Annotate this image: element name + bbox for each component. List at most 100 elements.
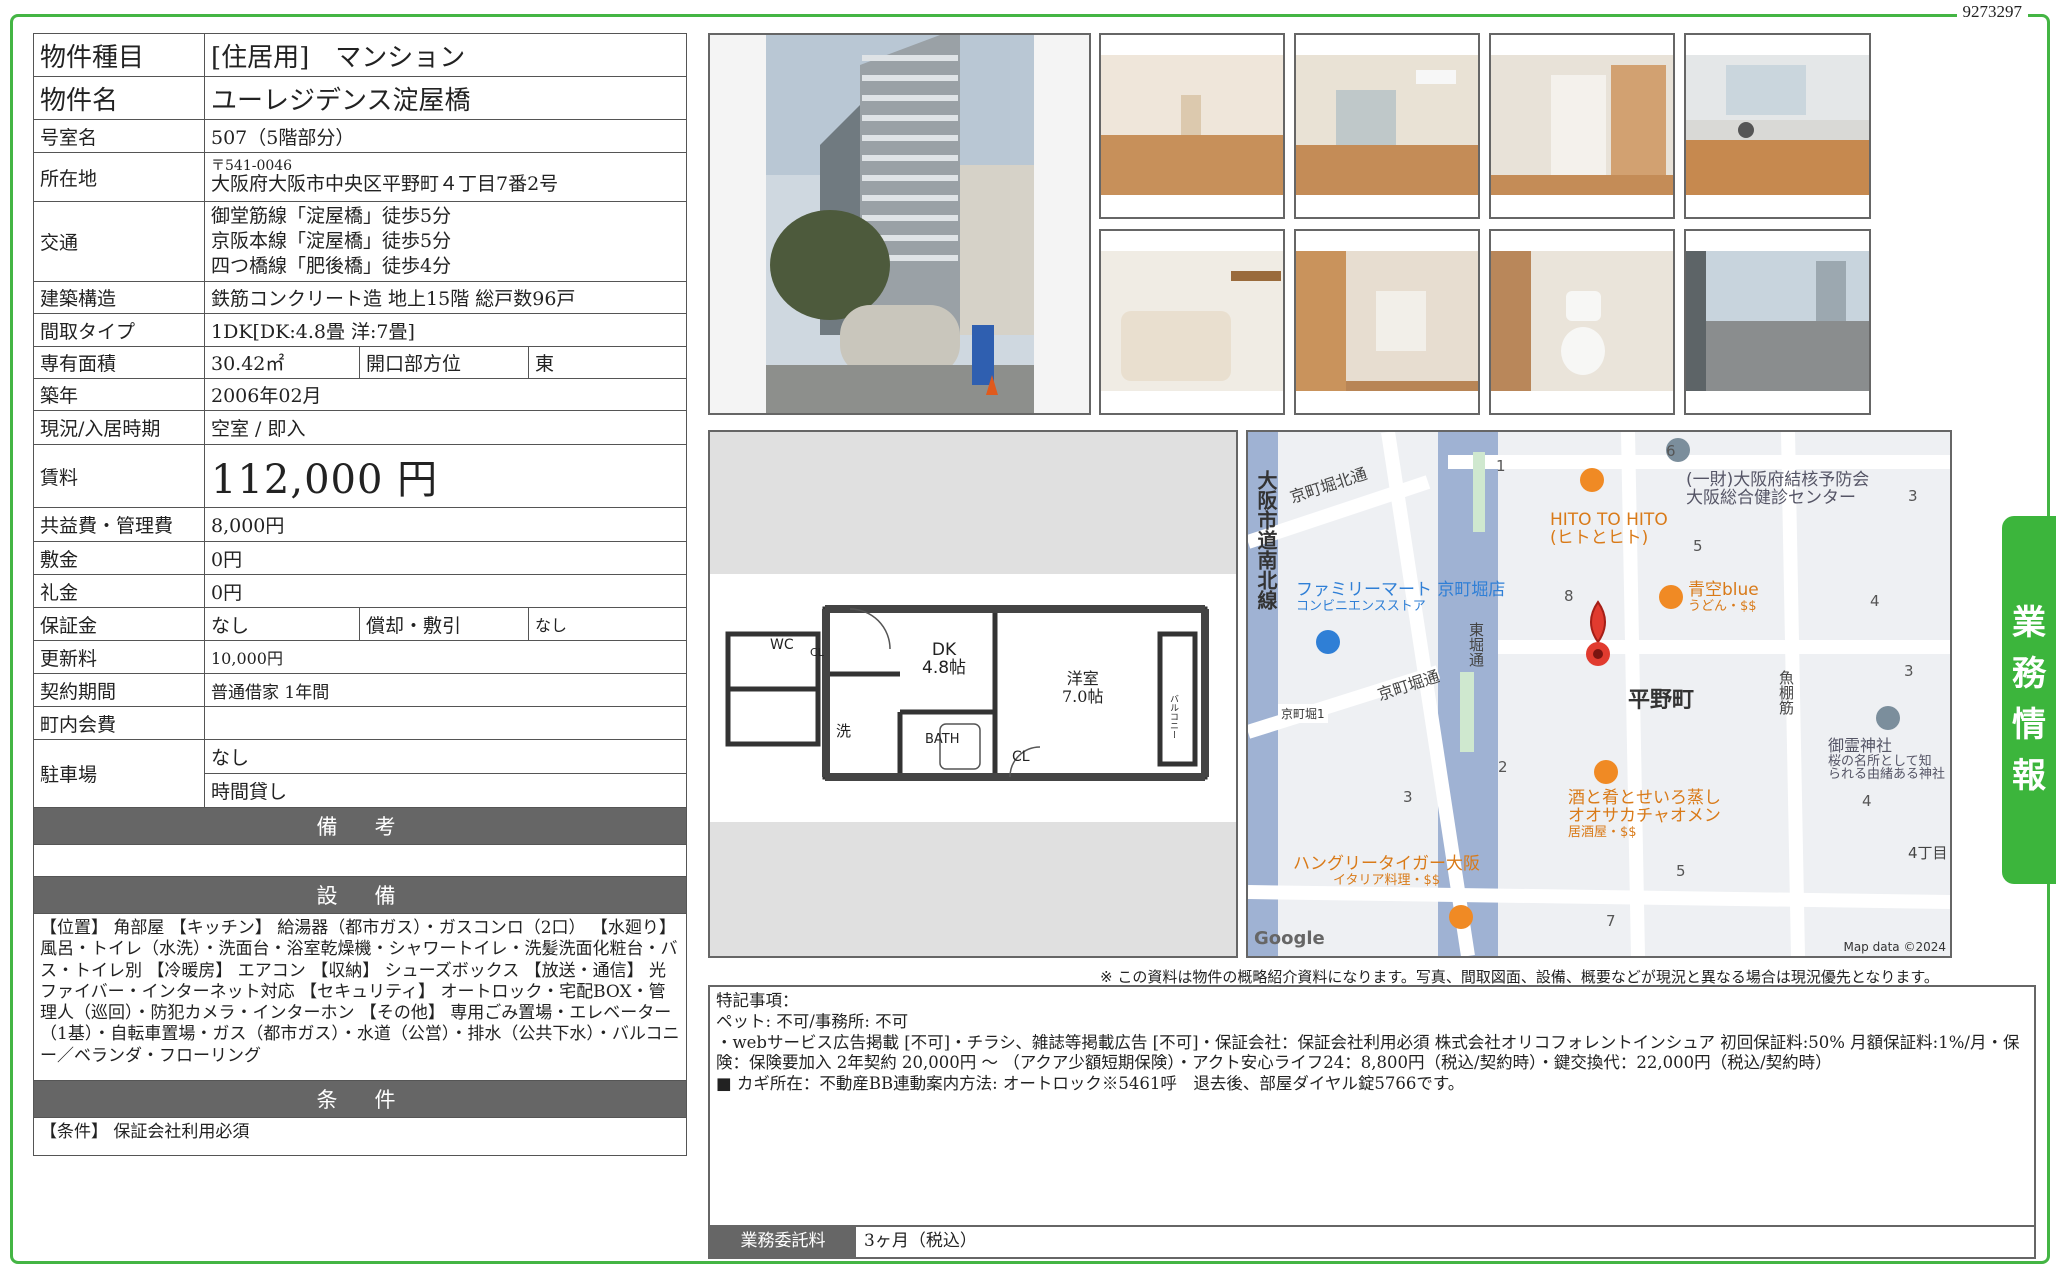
room-label: 号室名 [33,119,205,153]
deposit-label: 敷金 [33,541,205,575]
transport-label: 交通 [33,201,205,282]
equipment-header: 設 備 [33,876,687,914]
map-poi-hungry-tiger[interactable]: ハングリータイガー大阪 イタリア料理・$$ [1293,854,1480,888]
room-value: 507（5階部分） [204,119,687,153]
property-spec-table: 物件種目 [住居用] マンション 物件名 ユーレジデンス淀屋橋 号室名 507（… [33,33,687,1156]
poi-subtitle: イタリア料理・$$ [1333,872,1441,888]
renewal-label: 更新料 [33,640,205,674]
room-image [1686,35,1869,217]
remarks-advertising: ・webサービス広告掲載 [不可]・チラシ、雑誌等掲載広告 [不可]・保証会社：… [716,1032,2020,1073]
map-station-label: 平野町 [1628,688,1695,713]
map-road-label: 魚棚筋 [1777,670,1795,715]
side-tab-char: 報 [2012,756,2046,796]
map-block-number: 4 [1862,792,1872,810]
renewal-value: 10,000円 [204,640,687,674]
common-fee-value: 8,000円 [204,507,687,542]
built-label: 築年 [33,378,205,411]
facing-value: 東 [528,346,687,379]
guarantee-value: なし [204,607,360,641]
special-remarks: 特記事項： ペット: 不可/事務所: 不可 ・webサービス広告掲載 [不可]・… [708,985,2036,1259]
cl2-label: CL [1012,749,1030,765]
map-poi-aozora[interactable]: 青空blue うどん・$$ [1688,580,1759,614]
parking-value: なし [204,739,687,774]
building-image [710,35,1089,413]
room-image [1296,35,1478,217]
poi-subtitle: オオサカチャオメン [1568,805,1721,826]
poi-name: 御霊神社 [1828,736,1893,755]
transport-line: 京阪本線「淀屋橋」徒歩5分 [211,230,452,253]
room-image [1296,231,1478,413]
remarks-body [33,844,687,877]
poi-subtitle: うどん・$$ [1688,598,1757,614]
photo-room-living[interactable] [1099,33,1285,219]
amortization-value: なし [528,607,687,641]
map-road-label: 大阪市道南北線 [1254,470,1278,610]
western-size: 7.0帖 [1062,686,1104,706]
map-block-number: 6 [1666,442,1676,460]
key-money-label: 礼金 [33,574,205,608]
photo-bathroom[interactable] [1099,229,1285,415]
room-image [1491,35,1673,217]
cl-label: CL [810,646,824,659]
poi-subtitle: コンビニエンスストア [1296,598,1426,614]
property-name: ユーレジデンス淀屋橋 [204,76,687,120]
side-tab-char: 業 [2012,603,2046,643]
photo-washroom[interactable] [1294,229,1480,415]
poi-subtitle: (ヒトとヒト) [1550,527,1649,548]
layout-value: 1DK[DK:4.8畳 洋:7畳] [204,313,687,347]
photo-kitchen[interactable] [1684,33,1871,219]
western-label: 洋室 [1066,669,1099,688]
building-exterior-photo[interactable] [708,33,1091,415]
photo-toilet[interactable] [1489,229,1675,415]
disclaimer-note: ※ この資料は物件の概略紹介資料になります。写真、間取図面、設備、概要などが現況… [1100,968,1939,986]
rent-label: 賃料 [33,444,205,508]
transport-line: 御堂筋線「淀屋橋」徒歩5分 [211,205,452,228]
area-label: 専有面積 [33,346,205,379]
transport-line: 四つ橋線「肥後橋」徒歩4分 [211,254,452,277]
map-block-number: 3 [1403,788,1413,806]
deposit-value: 0円 [204,541,687,575]
map-block-number: 3 [1904,662,1914,680]
address-value: 大阪府大阪市中央区平野町４丁目7番2号 [211,172,559,195]
map-block-number: 1 [1496,457,1506,475]
type-value: [住居用] マンション [204,33,687,77]
photo-room-window[interactable] [1294,33,1480,219]
structure-value: 鉄筋コンクリート造 地上15階 総戸数96戸 [204,281,687,314]
map-poi-clinic[interactable]: (一財)大阪府結核予防会 大阪総合健診センター [1686,471,1869,508]
floor-plan[interactable]: WC CL 洗 BATH DK 4.8帖 洋室 7.0帖 CL バルコニー [708,430,1238,958]
address-label: 所在地 [33,152,205,202]
location-map[interactable]: 大阪市道南北線 京町堀北通 京町堀通 東堀通 魚棚筋 京町堀1 平野町 HITO… [1246,430,1952,958]
poi-name: ハングリータイガー大阪 [1293,854,1480,874]
name-label: 物件名 [33,76,205,120]
poi-name: ファミリーマート 京町堀店 [1296,580,1506,600]
commission-label: 業務委託料 [710,1227,856,1257]
photo-closet[interactable] [1489,33,1675,219]
room-image [1101,35,1283,217]
map-poi-shrine[interactable]: 御霊神社 桜の名所として知 られる由緒ある神社 [1828,736,1946,783]
side-tab-business-info[interactable]: 業 務 情 報 [2002,516,2056,884]
map-poi-familymart[interactable]: ファミリーマート 京町堀店 コンビニエンスストア [1296,580,1506,614]
floor-plan-bg-bottom [710,820,1236,956]
wash-label: 洗 [836,722,852,740]
photo-balcony[interactable] [1684,229,1871,415]
side-tab-char: 情 [2012,705,2046,745]
poi-subtitle: 大阪総合健診センター [1686,487,1856,508]
map-poi-ciaomen[interactable]: 酒と肴とせいろ蒸し オオサカチャオメン 居酒屋・$$ [1568,789,1721,839]
facing-label: 開口部方位 [359,346,529,379]
map-poi-hitotohito[interactable]: HITO TO HITO (ヒトとヒト) [1550,511,1668,548]
map-block-number: 2 [1498,758,1508,776]
parking-value-2: 時間貸し [204,773,687,808]
amortization-label: 償却・敷引 [359,607,529,641]
remarks-pet: ペット: 不可/事務所: 不可 [716,1011,909,1031]
town-fee-value [204,706,687,740]
room-image [1491,231,1673,413]
google-logo: Google [1254,928,1325,949]
rent-value: 112,000 円 [204,444,687,508]
conditions-text: 【条件】 保証会社利用必須 [33,1117,687,1156]
parking-label: 駐車場 [33,739,205,808]
status-value: 空室 / 即入 [204,410,687,445]
poi-name: 青空blue [1688,580,1759,600]
area-value: 30.42㎡ [204,346,360,379]
key-money-value: 0円 [204,574,687,608]
poi-subtitle: られる由緒ある神社 [1828,767,1946,783]
